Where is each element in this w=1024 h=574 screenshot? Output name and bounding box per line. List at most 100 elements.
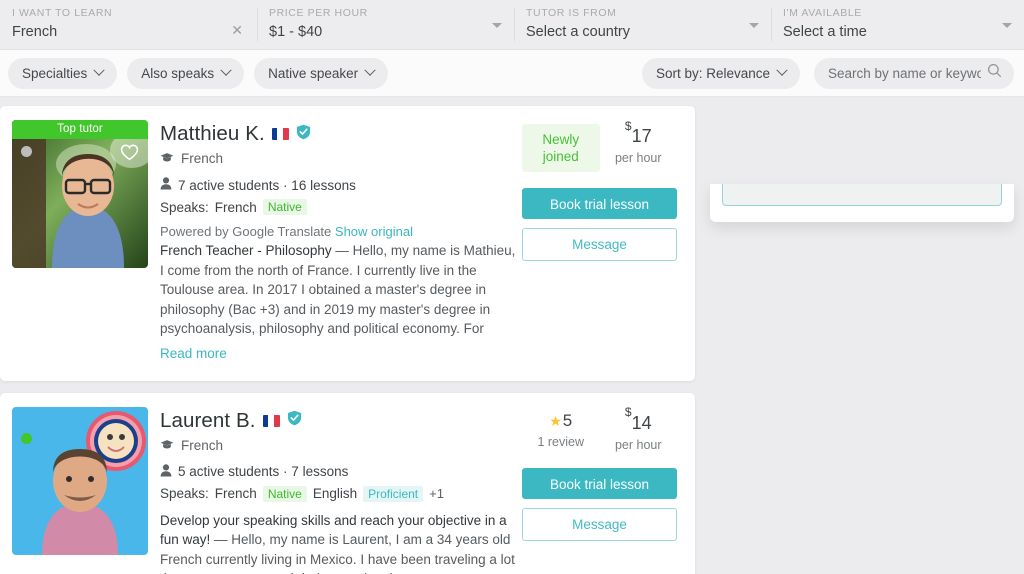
book-trial-lesson-button[interactable]: Book trial lesson [522, 468, 677, 499]
price-unit: per hour [600, 151, 678, 165]
clear-icon[interactable]: ✕ [231, 23, 243, 37]
chevron-down-icon[interactable] [749, 23, 759, 28]
filter-value-learn: French [12, 23, 243, 42]
tutor-subject: French [181, 151, 223, 166]
chevron-down-icon[interactable] [1002, 23, 1012, 28]
tutor-subject-row: French [160, 438, 522, 453]
search-box[interactable] [814, 58, 1014, 89]
filter-label-learn: I WANT TO LEARN [12, 7, 243, 20]
message-button[interactable]: Message [522, 228, 677, 261]
filter-i-want-to-learn[interactable]: I WANT TO LEARN French ✕ [0, 0, 257, 49]
chip-native-speaker-label: Native speaker [268, 66, 358, 81]
flag-france-icon [272, 128, 289, 140]
tutor-photo-image [12, 120, 148, 268]
filter-value-price: $1 - $40 [269, 23, 500, 42]
tutor-info: Laurent B. [160, 407, 522, 574]
filter-price-per-hour[interactable]: PRICE PER HOUR $1 - $40 [257, 0, 514, 49]
chip-specialties[interactable]: Specialties [8, 58, 117, 89]
chip-also-speaks[interactable]: Also speaks [127, 58, 244, 89]
chip-specialties-label: Specialties [22, 66, 87, 81]
chevron-down-icon [220, 65, 231, 76]
tutor-subject-row: French [160, 151, 522, 166]
open-dropdown-panel[interactable] [710, 184, 1014, 222]
language-name: French [215, 486, 257, 501]
tutor-card[interactable]: Laurent B. [0, 393, 695, 574]
rating-value: 5 [563, 411, 572, 430]
chip-also-speaks-label: Also speaks [141, 66, 214, 81]
person-icon [160, 177, 172, 193]
tutor-actions: Newly joined $17 per hour Book trial les… [522, 120, 677, 363]
translate-note: Powered by Google Translate [160, 224, 331, 239]
tutor-subject: French [181, 438, 223, 453]
chevron-down-icon[interactable] [492, 23, 502, 28]
filter-value-country: Select a country [526, 23, 757, 42]
tutor-description: French Teacher - Philosophy — Hello, my … [160, 241, 520, 339]
tutor-price-block: $17 per hour [600, 124, 678, 165]
tutor-actions: ★5 1 review $14 per hour Book trial less… [522, 407, 677, 574]
graduation-cap-icon [160, 438, 174, 453]
price-amount: 17 [632, 126, 652, 146]
tutor-headline: French Teacher - Philosophy [160, 243, 332, 258]
tutor-speaks-row: Speaks: French Native [160, 199, 522, 215]
currency-symbol: $ [625, 405, 632, 419]
more-languages-count[interactable]: +1 [429, 486, 444, 501]
tutor-photo-image [12, 407, 148, 555]
price-unit: per hour [600, 438, 678, 452]
tutor-stats: 7 active students · 16 lessons [178, 178, 356, 193]
read-more-link[interactable]: Read more [160, 346, 227, 361]
search-input[interactable] [828, 66, 981, 81]
filter-im-available[interactable]: I'M AVAILABLE Select a time [771, 0, 1024, 49]
tutor-name[interactable]: Laurent B. [160, 409, 256, 433]
speaks-label: Speaks: [160, 200, 209, 215]
price-amount: 14 [632, 413, 652, 433]
review-count: 1 review [522, 435, 600, 449]
show-original-link[interactable]: Show original [335, 224, 413, 239]
tutor-price: $14 [600, 411, 678, 434]
tutor-card[interactable]: Top tutor [0, 106, 695, 381]
tutor-stats-row: 5 active students · 7 lessons [160, 464, 522, 480]
tutor-info: Matthieu K. [160, 120, 522, 363]
filter-tutor-is-from[interactable]: TUTOR IS FROM Select a country [514, 0, 771, 49]
language-name: French [215, 200, 257, 215]
language-level-badge: Native [263, 199, 307, 215]
graduation-cap-icon [160, 151, 174, 166]
sort-by-dropdown[interactable]: Sort by: Relevance [642, 58, 800, 89]
status-indicator-offline [21, 146, 32, 157]
filter-label-price: PRICE PER HOUR [269, 7, 500, 20]
tutor-description-text: — Hello, my name is Laurent, I am a 34 y… [160, 532, 515, 574]
book-trial-lesson-button[interactable]: Book trial lesson [522, 188, 677, 219]
flag-france-icon [263, 415, 280, 427]
tutor-stats-row: 7 active students · 16 lessons [160, 177, 522, 193]
currency-symbol: $ [625, 119, 632, 133]
favorite-heart-icon[interactable] [120, 144, 139, 166]
tutor-name[interactable]: Matthieu K. [160, 122, 265, 146]
filters-toolbar: Specialties Also speaks Native speaker S… [0, 50, 1024, 97]
tutor-name-row: Matthieu K. [160, 122, 522, 146]
sort-by-label: Sort by: Relevance [656, 66, 770, 81]
tutor-price-row: Newly joined $17 per hour [522, 124, 677, 172]
language-name: English [313, 486, 357, 501]
top-tutor-ribbon: Top tutor [12, 120, 148, 139]
tutor-price: $17 [600, 124, 678, 147]
language-level-badge: Native [263, 486, 307, 502]
tutor-photo[interactable]: Top tutor [12, 120, 148, 268]
message-button[interactable]: Message [522, 508, 677, 541]
tutor-name-row: Laurent B. [160, 409, 522, 433]
tutor-rating-block: ★5 1 review [522, 411, 600, 449]
tutor-speaks-row: Speaks: French Native English Proficient… [160, 486, 522, 502]
dropdown-input-field[interactable] [722, 184, 1002, 206]
verified-badge-icon [287, 410, 302, 431]
tutor-photo[interactable] [12, 407, 148, 555]
filter-label-time: I'M AVAILABLE [783, 7, 1010, 20]
person-icon [160, 464, 172, 480]
verified-badge-icon [296, 124, 311, 145]
chip-native-speaker[interactable]: Native speaker [254, 58, 388, 89]
tutor-stats: 5 active students · 7 lessons [178, 464, 348, 479]
star-icon: ★ [549, 413, 562, 429]
filter-value-time: Select a time [783, 23, 1010, 42]
toolbar-right-group: Sort by: Relevance [642, 58, 1014, 89]
tutor-list: Top tutor [0, 97, 695, 574]
translate-notice: Powered by Google Translate Show origina… [160, 224, 522, 239]
search-icon [987, 63, 1002, 83]
chevron-down-icon [776, 65, 787, 76]
